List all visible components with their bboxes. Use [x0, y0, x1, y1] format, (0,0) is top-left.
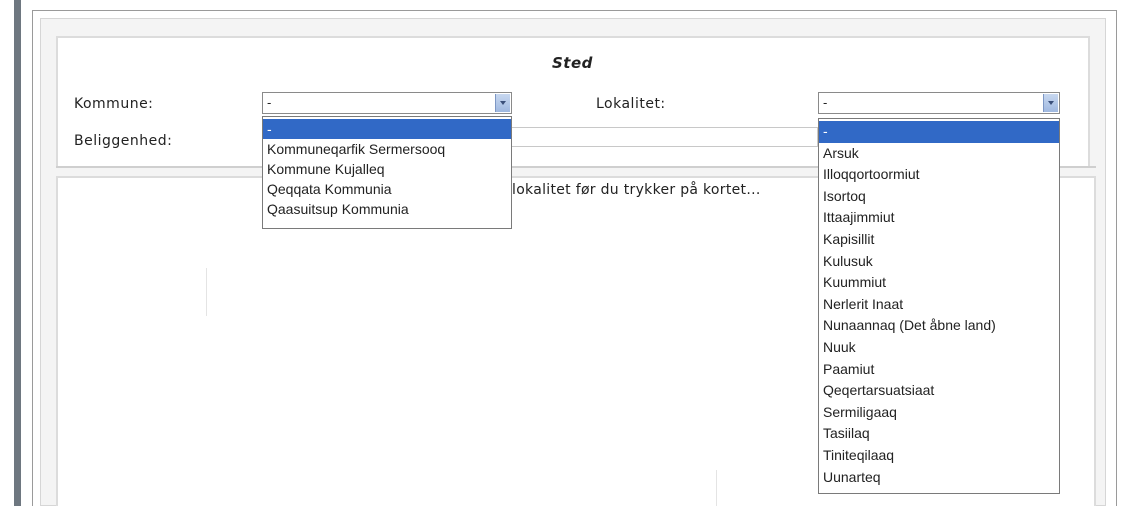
- dropdown-option[interactable]: Qeqqata Kommunia: [263, 179, 511, 199]
- dropdown-option[interactable]: Illoqqortoormiut: [819, 164, 1059, 186]
- dropdown-option[interactable]: Nunaannaq (Det åbne land): [819, 315, 1059, 337]
- dropdown-option[interactable]: Kommune Kujalleq: [263, 159, 511, 179]
- dropdown-option[interactable]: Qaasuitsup Kommunia: [263, 199, 511, 219]
- dropdown-option[interactable]: Kommuneqarfik Sermersooq: [263, 139, 511, 159]
- frame-border-top: [32, 10, 1116, 11]
- lokalitet-select[interactable]: -: [818, 92, 1060, 114]
- dropdown-option[interactable]: Arsuk: [819, 143, 1059, 165]
- dropdown-option[interactable]: Qeqertarsuatsiaat: [819, 380, 1059, 402]
- dropdown-option[interactable]: Isortoq: [819, 186, 1059, 208]
- beliggenhed-label: Beliggenhed:: [74, 133, 173, 149]
- chevron-down-icon[interactable]: [1043, 94, 1058, 112]
- dropdown-option[interactable]: Nuuk: [819, 337, 1059, 359]
- map-faint-line: [716, 470, 717, 506]
- dropdown-option[interactable]: Kulusuk: [819, 251, 1059, 273]
- dropdown-option[interactable]: Tiniteqilaaq: [819, 445, 1059, 467]
- dropdown-option[interactable]: Kapisillit: [819, 229, 1059, 251]
- map-hint-text: lokalitet før du trykker på kortet...: [512, 182, 761, 198]
- frame-border-left: [32, 10, 33, 506]
- dropdown-option[interactable]: Paamiut: [819, 359, 1059, 381]
- dropdown-option-selected[interactable]: -: [819, 121, 1059, 143]
- window-frame-left: [14, 0, 21, 506]
- beliggenhed-input[interactable]: [510, 127, 818, 147]
- form-title: Sted: [552, 54, 593, 72]
- dropdown-option[interactable]: Tasiilaq: [819, 423, 1059, 445]
- kommune-dropdown-list: - Kommuneqarfik Sermersooq Kommune Kujalle…: [262, 116, 512, 229]
- dropdown-option[interactable]: Ittaajimmiut: [819, 207, 1059, 229]
- dropdown-option-selected[interactable]: -: [263, 119, 511, 139]
- lokalitet-dropdown-list: - Arsuk Illoqqortoormiut Isortoq Ittaajimmiu…: [818, 118, 1060, 494]
- frame-border-right: [1116, 10, 1117, 506]
- dropdown-option[interactable]: Sermiligaaq: [819, 402, 1059, 424]
- dropdown-option[interactable]: Nerlerit Inaat: [819, 294, 1059, 316]
- chevron-down-icon[interactable]: [495, 94, 510, 112]
- kommune-label: Kommune:: [74, 96, 154, 112]
- lokalitet-label: Lokalitet:: [596, 96, 666, 112]
- map-faint-line: [206, 268, 207, 316]
- dropdown-option[interactable]: Kuummiut: [819, 272, 1059, 294]
- kommune-select[interactable]: -: [262, 92, 512, 114]
- dropdown-option[interactable]: Uunarteq: [819, 467, 1059, 489]
- kommune-selected-value: -: [267, 95, 272, 110]
- lokalitet-selected-value: -: [823, 95, 828, 110]
